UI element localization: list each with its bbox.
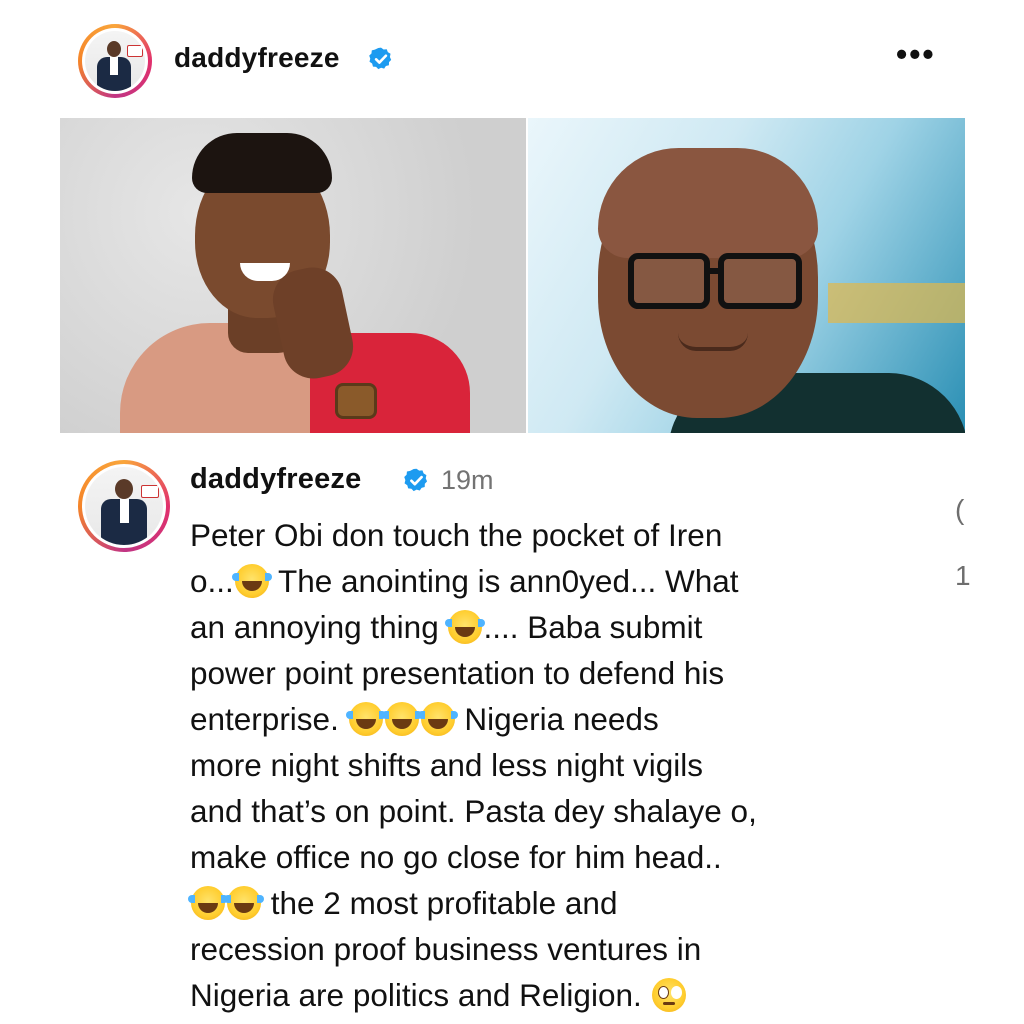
comment-avatar-inner (82, 464, 166, 548)
post-username[interactable]: daddyfreeze (174, 42, 340, 74)
post-avatar-inner (82, 28, 148, 94)
tears-of-joy-emoji-icon (417, 702, 458, 736)
post-header: daddyfreeze ••• (0, 0, 1024, 118)
post-image-left (60, 118, 526, 433)
comment-avatar[interactable] (78, 460, 170, 552)
tears-of-joy-emoji-icon (188, 886, 228, 920)
comment-line: recession proof business ventures in (190, 926, 910, 972)
comment-text-segment: The anointing is ann0yed... What (269, 563, 739, 599)
comment-timestamp: 19m (441, 465, 494, 495)
comment-username[interactable]: daddyfreeze (190, 463, 361, 496)
side-cut-icon: ( (955, 494, 965, 525)
comment-line: enterprise. Nigeria needs (190, 696, 910, 742)
comment-line: make office no go close for him head.. (190, 834, 910, 880)
tears-of-joy-emoji-icon (445, 610, 486, 644)
comment-text-segment: o... (190, 563, 234, 599)
post-image-right (528, 118, 965, 433)
comment-text-segment: Nigeria needs (455, 701, 659, 737)
post-avatar-image (85, 31, 145, 91)
comment-text-segment: .... Baba submit (483, 609, 703, 645)
comment-line: Nigeria are politics and Religion. (190, 972, 910, 1018)
comment-line: the 2 most profitable and (188, 880, 910, 926)
comment-text: Peter Obi don touch the pocket of Iren o.… (188, 512, 910, 1018)
tears-of-joy-emoji-icon (224, 886, 264, 920)
comment-line: Peter Obi don touch the pocket of Iren (190, 512, 910, 558)
comment-line: o... The anointing is ann0yed... What (190, 558, 910, 604)
comment-text-segment: an annoying thing (190, 609, 448, 645)
tears-of-joy-emoji-icon (345, 702, 386, 736)
comment-verified-badge-icon (404, 468, 428, 492)
tears-of-joy-emoji-icon (381, 702, 422, 736)
post-image-collage[interactable] (60, 118, 965, 433)
comment-line: and that’s on point. Pasta dey shalaye o… (190, 788, 910, 834)
comment-text-segment: make office no go close for him head.. (190, 839, 722, 875)
comment-text-segment: power point presentation to defend his (190, 655, 725, 691)
tears-of-joy-emoji-icon (231, 564, 272, 598)
comment-text-segment: recession proof business ventures in (190, 931, 702, 967)
comment-text-segment: Peter Obi don touch the pocket of Iren (190, 517, 723, 553)
face-with-rolling-eyes-emoji-icon (651, 978, 686, 1012)
comment-text-segment: more night shifts and less night vigils (190, 747, 703, 783)
more-options-icon[interactable]: ••• (896, 38, 936, 70)
comment-line: an annoying thing .... Baba submit (190, 604, 910, 650)
side-count: 1 (955, 560, 971, 591)
comment-line: more night shifts and less night vigils (190, 742, 910, 788)
comment-line: power point presentation to defend his (190, 650, 910, 696)
comment-text-segment: the 2 most profitable and (262, 885, 618, 921)
comment-text-segment: Nigeria are politics and Religion. (190, 977, 651, 1013)
comment-text-segment: and that’s on point. Pasta dey shalaye o… (190, 793, 757, 829)
post-avatar[interactable] (78, 24, 152, 98)
comment-text-segment: enterprise. (190, 701, 348, 737)
verified-badge-icon (369, 47, 392, 70)
comment-avatar-image (85, 467, 163, 545)
